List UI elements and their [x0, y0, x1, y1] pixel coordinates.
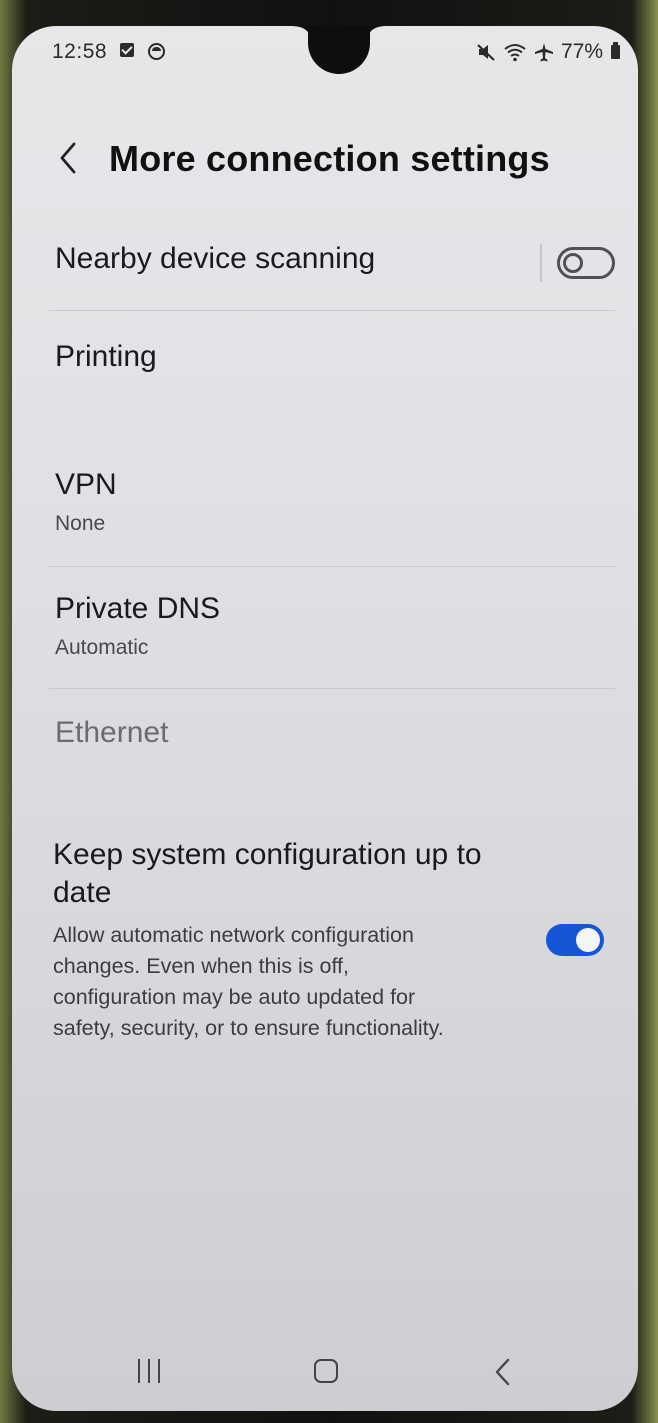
- setting-keep-system-configuration[interactable]: Keep system configuration up to date All…: [12, 834, 638, 1054]
- nearby-scanning-switch[interactable]: [557, 247, 615, 279]
- setting-description: Allow automatic network configuration: [53, 923, 414, 947]
- setting-vpn[interactable]: VPN None: [12, 464, 638, 564]
- back-chevron-icon[interactable]: [52, 138, 88, 178]
- setting-private-dns[interactable]: Private DNS Automatic: [12, 588, 638, 688]
- setting-label: VPN: [55, 468, 117, 501]
- setting-label: Printing: [55, 340, 157, 373]
- status-bar: 12:58 77%: [12, 40, 638, 70]
- setting-value: None: [55, 512, 106, 535]
- setting-label: Nearby device scanning: [55, 242, 376, 275]
- setting-value: Automatic: [55, 636, 149, 659]
- setting-description: changes. Even when this is off,: [53, 954, 350, 978]
- setting-label: Keep system configuration up to: [53, 838, 482, 871]
- battery-percent: 77%: [560, 40, 603, 63]
- setting-description: safety, security, or to ensure functiona…: [53, 1016, 444, 1040]
- divider: [49, 688, 615, 689]
- status-time: 12:58: [52, 40, 108, 63]
- setting-label: Ethernet: [55, 716, 169, 749]
- home-icon[interactable]: [314, 1359, 338, 1383]
- setting-ethernet: Ethernet: [12, 710, 638, 790]
- setting-label: Private DNS: [55, 592, 221, 625]
- setting-nearby-device-scanning[interactable]: Nearby device scanning: [12, 236, 638, 316]
- recents-icon[interactable]: [138, 1359, 164, 1383]
- switch-knob: [576, 928, 600, 952]
- navigation-bar: [12, 1341, 638, 1411]
- vertical-separator: [540, 244, 542, 282]
- back-icon[interactable]: [490, 1357, 516, 1387]
- setting-description: configuration may be auto updated for: [53, 985, 416, 1009]
- setting-label: date: [53, 876, 112, 909]
- keep-config-switch[interactable]: [546, 924, 604, 956]
- app-circle-icon: [148, 43, 165, 60]
- wifi-icon: [504, 44, 526, 62]
- notification-check-icon: [120, 43, 134, 57]
- airplane-icon: [534, 43, 553, 62]
- divider: [49, 310, 615, 311]
- mute-icon: [477, 44, 495, 61]
- page-title: More connection settings: [109, 138, 550, 179]
- divider: [49, 566, 615, 567]
- app-bar: More connection settings: [12, 134, 638, 194]
- battery-icon: [611, 42, 620, 59]
- setting-printing[interactable]: Printing: [12, 336, 638, 416]
- phone-screen: 12:58 77% More connection settings Nearb…: [12, 26, 638, 1411]
- switch-knob: [563, 253, 583, 273]
